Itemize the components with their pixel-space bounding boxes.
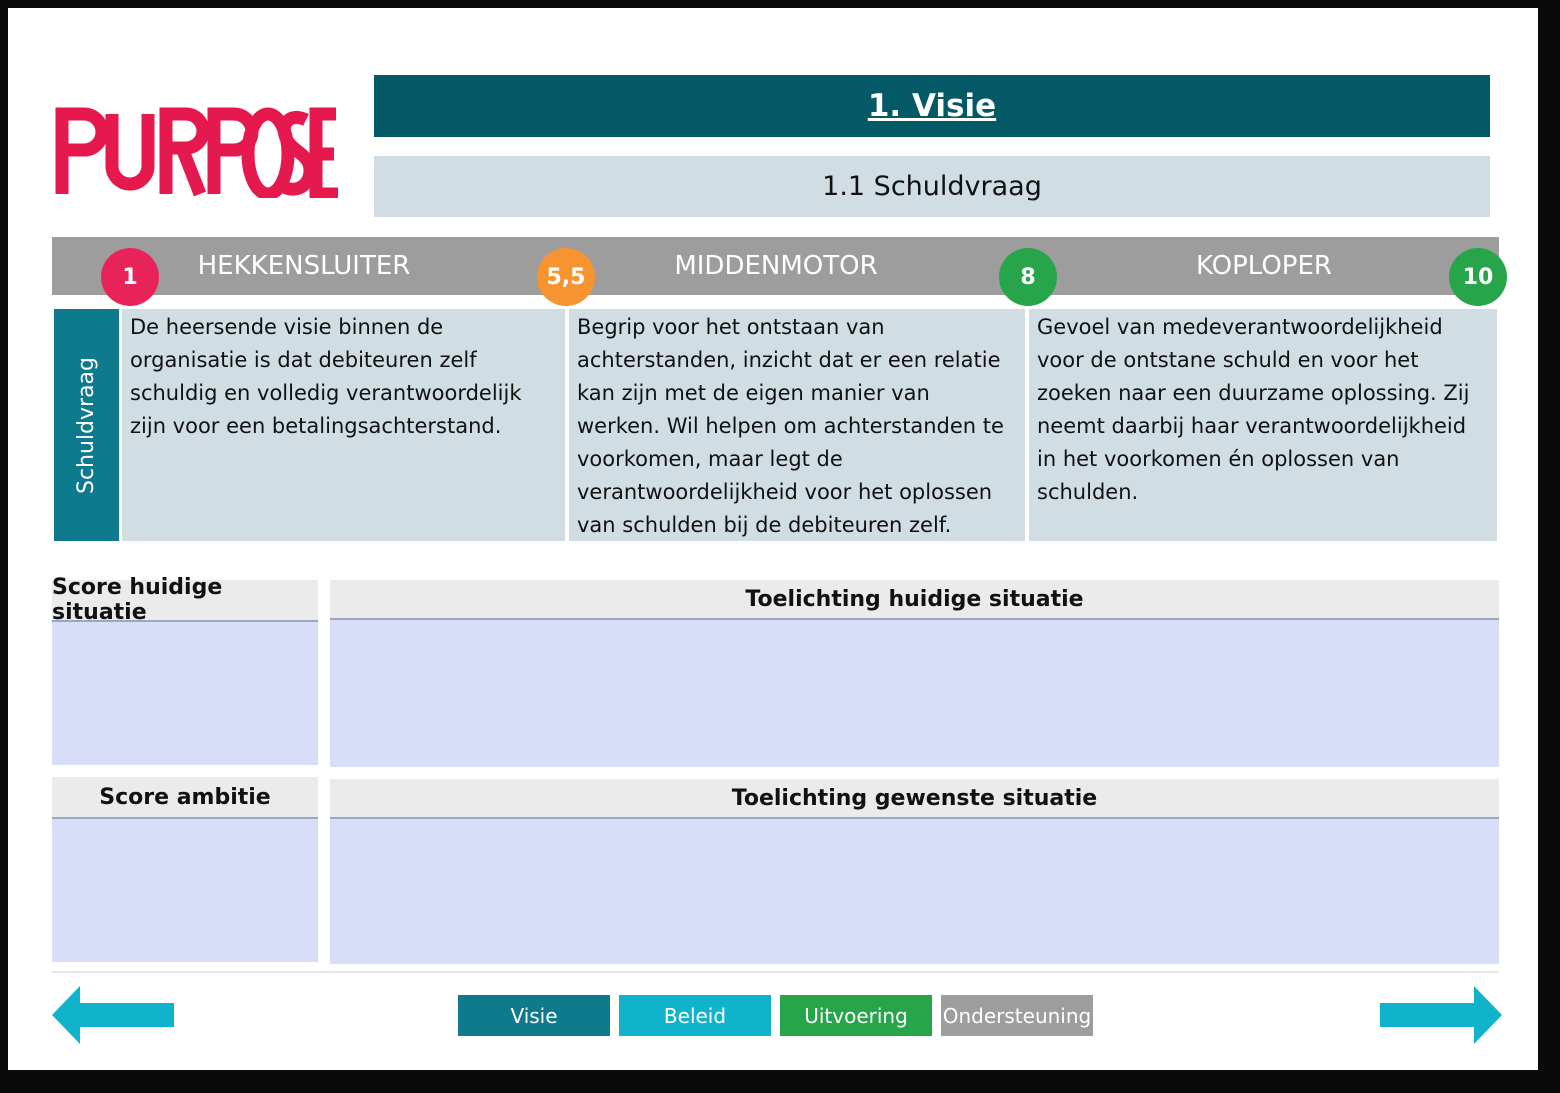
level-title-koploper: KOPLOPER xyxy=(1196,251,1332,281)
row-label-tab: Schuldvraag xyxy=(54,309,119,541)
slide: 1. Visie 1.1 Schuldvraag HEKKENSLUITER M… xyxy=(8,8,1538,1070)
explain-current-header: Toelichting huidige situatie xyxy=(330,580,1499,620)
page-subtitle: 1.1 Schuldvraag xyxy=(374,156,1490,217)
nav-uitvoering-button[interactable]: Uitvoering xyxy=(780,995,932,1036)
level-title-middenmotor: MIDDENMOTOR xyxy=(674,251,878,281)
row-label: Schuldvraag xyxy=(74,356,99,494)
score-ambition-header: Score ambitie xyxy=(52,777,318,819)
score-circle-1: 1 xyxy=(101,248,159,306)
score-current-input[interactable] xyxy=(52,622,318,765)
description-koploper: Gevoel van medeverantwoordelijkheid voor… xyxy=(1029,309,1497,541)
description-hekkensluiter: De heersende visie binnen de organisatie… xyxy=(122,309,565,541)
score-circle-10: 10 xyxy=(1449,248,1507,306)
nav-ondersteuning-button[interactable]: Ondersteuning xyxy=(941,995,1093,1036)
explain-current-input[interactable] xyxy=(330,620,1499,767)
page-title: 1. Visie xyxy=(374,75,1490,137)
description-middenmotor: Begrip voor het ontstaan van achterstand… xyxy=(569,309,1025,541)
arrow-left-icon[interactable] xyxy=(52,986,176,1044)
score-circle-5-5: 5,5 xyxy=(537,248,595,306)
footer-divider xyxy=(52,971,1499,973)
level-header: HEKKENSLUITER MIDDENMOTOR KOPLOPER 1 5,5… xyxy=(52,237,1507,306)
purpose-logo xyxy=(55,107,338,198)
explain-desired-input[interactable] xyxy=(330,819,1499,964)
level-title-hekkensluiter: HEKKENSLUITER xyxy=(197,251,411,281)
score-ambition-input[interactable] xyxy=(52,819,318,962)
score-circle-8: 8 xyxy=(999,248,1057,306)
nav-visie-button[interactable]: Visie xyxy=(458,995,610,1036)
arrow-right-icon[interactable] xyxy=(1378,986,1502,1044)
score-current-header: Score huidige situatie xyxy=(52,575,318,625)
explain-desired-header: Toelichting gewenste situatie xyxy=(330,779,1499,819)
nav-beleid-button[interactable]: Beleid xyxy=(619,995,771,1036)
